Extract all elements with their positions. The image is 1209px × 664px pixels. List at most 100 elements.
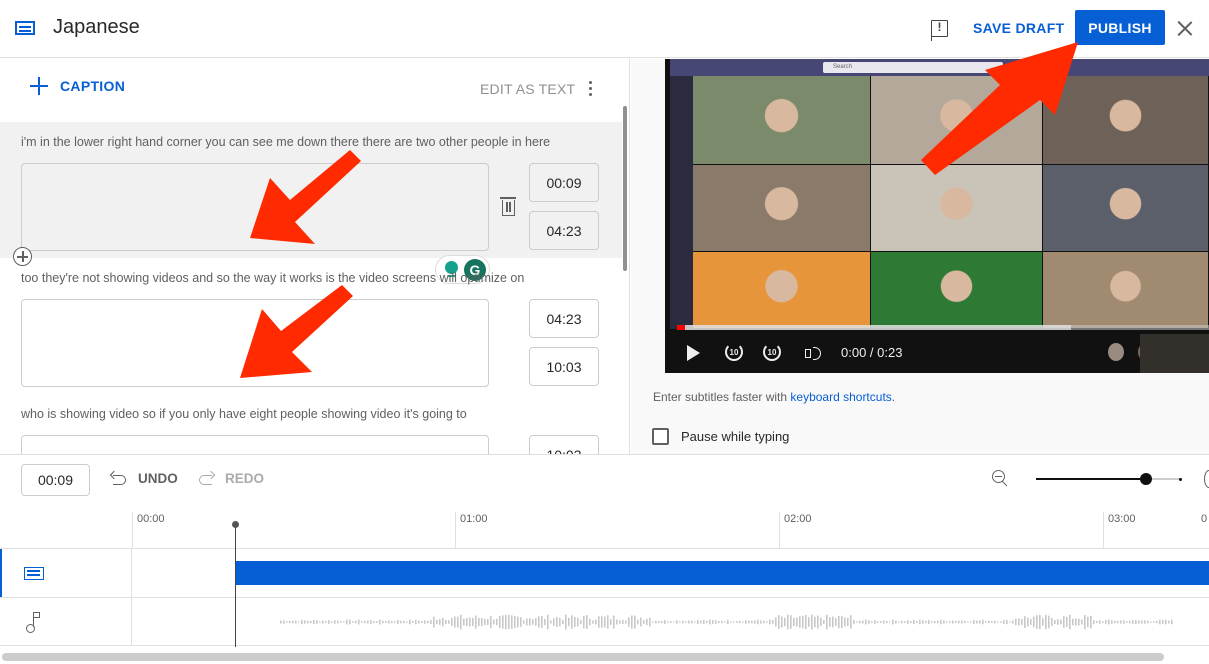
waveform-bar xyxy=(628,617,630,627)
waveform-bar xyxy=(634,615,636,629)
waveform-bar xyxy=(982,619,984,625)
waveform-bar xyxy=(1018,618,1020,626)
zoom-in-icon[interactable] xyxy=(1204,470,1209,488)
waveform-bar xyxy=(1057,619,1059,625)
waveform-bar xyxy=(547,614,549,630)
cue-text-input[interactable]: G xyxy=(21,163,490,284)
video-tile xyxy=(871,76,1042,164)
waveform-bar xyxy=(844,617,846,627)
waveform-bar xyxy=(766,621,768,623)
waveform-bar xyxy=(292,620,294,624)
playhead-handle[interactable] xyxy=(232,521,239,528)
waveform-bar xyxy=(727,619,729,625)
caption-track[interactable] xyxy=(0,548,1209,597)
delete-cue-icon[interactable] xyxy=(500,197,516,216)
waveform-bar xyxy=(796,617,798,627)
waveform-bar xyxy=(1144,620,1146,624)
waveform-bar xyxy=(643,620,645,624)
waveform-bar xyxy=(976,620,978,624)
cue-start-time[interactable]: 10:03 xyxy=(529,435,599,454)
waveform-bar xyxy=(1171,619,1173,625)
cue-end-time[interactable]: 10:03 xyxy=(529,347,599,386)
cue-end-time[interactable]: 04:23 xyxy=(529,211,599,250)
zoom-slider-knob[interactable] xyxy=(1139,473,1152,485)
waveform-bar xyxy=(1045,614,1047,630)
teams-title-bar: Search xyxy=(670,59,1209,76)
pause-checkbox[interactable] xyxy=(652,428,669,445)
publish-button[interactable]: PUBLISH xyxy=(1075,10,1165,45)
waveform-bar xyxy=(421,621,423,623)
cue-text-input[interactable] xyxy=(21,299,489,387)
waveform-bar xyxy=(406,621,408,623)
close-icon[interactable] xyxy=(1175,18,1195,38)
waveform-bar xyxy=(517,616,519,628)
waveform-bar xyxy=(700,620,702,624)
waveform-bar xyxy=(355,620,357,624)
timeline[interactable]: 00:00 01:00 02:00 03:00 0 xyxy=(0,504,1209,664)
pause-while-typing[interactable]: Pause while typing xyxy=(652,428,789,445)
more-options-icon[interactable] xyxy=(589,81,593,97)
forward-10-icon[interactable]: 10 xyxy=(763,343,781,361)
edit-as-text-button[interactable]: EDIT AS TEXT xyxy=(480,81,575,97)
waveform-bar xyxy=(961,620,963,624)
rewind-10-icon[interactable]: 10 xyxy=(725,343,743,361)
waveform-bar xyxy=(886,620,888,624)
waveform-bar xyxy=(370,620,372,624)
waveform-bar xyxy=(1138,620,1140,624)
video-frame: Search xyxy=(665,59,1209,329)
redo-button[interactable]: REDO xyxy=(197,471,264,486)
waveform-bar xyxy=(1051,618,1053,626)
caption-toolbar: CAPTION EDIT AS TEXT xyxy=(0,59,629,119)
waveform-bar xyxy=(1063,616,1065,628)
waveform-bar xyxy=(304,620,306,624)
waveform-bar xyxy=(1147,620,1149,624)
audio-waveform xyxy=(280,614,1173,630)
play-icon[interactable] xyxy=(687,345,700,361)
waveform-bar xyxy=(973,620,975,624)
waveform-bar xyxy=(535,618,537,626)
caption-cue: too they're not showing videos and so th… xyxy=(0,258,622,394)
zoom-out-icon[interactable] xyxy=(992,470,1010,488)
waveform-bar xyxy=(847,617,849,627)
waveform-bar xyxy=(469,617,471,627)
waveform-bar xyxy=(922,620,924,624)
waveform-bar xyxy=(1114,620,1116,624)
undo-button[interactable]: UNDO xyxy=(110,471,178,486)
cue-start-time[interactable]: 00:09 xyxy=(529,163,599,202)
timeline-zoom-slider[interactable] xyxy=(1036,473,1182,485)
video-player[interactable]: Search 10 10 0:00 / 0:23 xyxy=(665,59,1209,373)
waveform-bar xyxy=(754,620,756,624)
waveform-bar xyxy=(697,619,699,625)
cue-text-input[interactable] xyxy=(21,435,489,454)
volume-icon[interactable] xyxy=(805,345,821,361)
video-tile xyxy=(693,252,870,328)
caption-segment[interactable] xyxy=(235,561,1209,585)
waveform-bar xyxy=(574,616,576,628)
timeline-scrollbar[interactable] xyxy=(2,653,1164,661)
waveform-bar xyxy=(1081,619,1083,625)
editor-scrollbar[interactable] xyxy=(623,106,627,271)
waveform-bar xyxy=(790,615,792,629)
add-caption-button[interactable]: CAPTION xyxy=(30,77,125,95)
waveform-bar xyxy=(931,621,933,623)
waveform-bar xyxy=(688,620,690,624)
waveform-bar xyxy=(616,619,618,625)
waveform-bar xyxy=(721,620,723,624)
waveform-bar xyxy=(565,614,567,630)
keyboard-shortcuts-link[interactable]: keyboard shortcuts xyxy=(790,390,891,404)
waveform-bar xyxy=(1036,615,1038,629)
current-time-field[interactable]: 00:09 xyxy=(21,464,90,496)
waveform-bar xyxy=(484,618,486,626)
cue-start-time[interactable]: 04:23 xyxy=(529,299,599,338)
waveform-bar xyxy=(916,620,918,624)
ruler-tick: 0 xyxy=(1201,513,1208,525)
playhead[interactable] xyxy=(235,522,236,647)
waveform-bar xyxy=(511,615,513,629)
progress-buffered xyxy=(677,325,1071,330)
caption-cue: i'm in the lower right hand corner you c… xyxy=(0,122,622,284)
save-draft-button[interactable]: SAVE DRAFT xyxy=(965,16,1072,40)
waveform-bar xyxy=(871,621,873,623)
waveform-bar xyxy=(460,614,462,630)
feedback-icon[interactable] xyxy=(930,20,948,41)
waveform-bar xyxy=(481,617,483,627)
